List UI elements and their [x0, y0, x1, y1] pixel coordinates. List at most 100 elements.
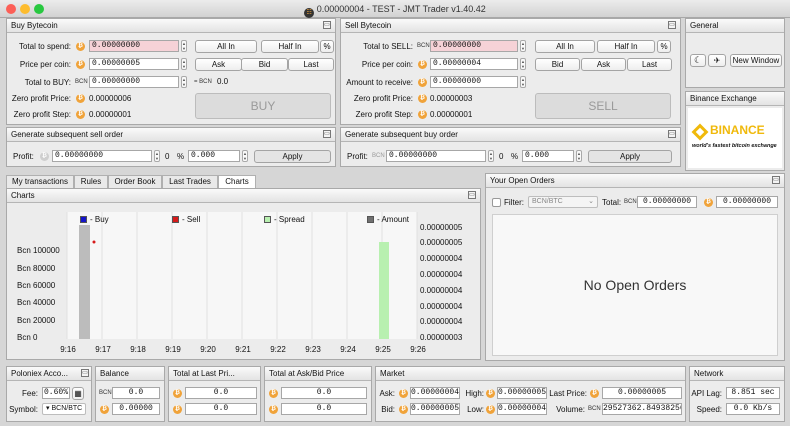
x-tick: 9:21 [235, 345, 251, 354]
total-to-spend-input[interactable]: 0.00000000 [89, 40, 179, 52]
sell-profit-input[interactable]: 0.00000000 [52, 150, 152, 162]
panel-menu-icon[interactable]: ▭ [81, 369, 89, 377]
y-right-tick: 0.00000005 [420, 238, 463, 247]
tab-order-book[interactable]: Order Book [108, 175, 162, 188]
percent-button[interactable]: % [320, 40, 334, 53]
buy-ask-button[interactable]: Ask [195, 58, 242, 71]
open-orders-panel: Your Open Orders ▭ Filter: BCN/BTC ⌄ Tota… [485, 173, 785, 361]
sell-profit-pct-label: % [177, 152, 185, 161]
sell-button[interactable]: SELL [535, 93, 671, 119]
tab-my-transactions[interactable]: My transactions [6, 175, 74, 188]
total-to-sell-input[interactable]: 0.00000000 [430, 40, 518, 52]
tab-rules[interactable]: Rules [74, 175, 108, 188]
sell-point [92, 240, 96, 244]
panel-menu-icon[interactable]: ▭ [668, 130, 676, 138]
bcn-unit: BCN [624, 199, 637, 205]
x-tick: 9:22 [270, 345, 286, 354]
network-title-text: Network [694, 369, 724, 378]
exchange-slogan: world's fastest bitcoin exchange [692, 143, 777, 149]
bitcoin-icon: ₿ [269, 405, 278, 414]
total-to-sell-label: Total to SELL: [363, 42, 413, 51]
speed-value: 0.0 Kb/s [726, 403, 780, 415]
buy-profit-pct-stepper[interactable]: ▲ ▼ [576, 150, 582, 162]
buy-profit-count: 0 [499, 152, 504, 161]
y-left-tick: Bcn 20000 [17, 316, 56, 325]
all-in-button[interactable]: All In [195, 40, 257, 53]
buy-button[interactable]: BUY [195, 93, 331, 119]
legend-buy-swatch [80, 216, 87, 223]
sell-price-stepper[interactable]: ▲ ▼ [520, 58, 526, 70]
apply-sell-button[interactable]: Apply [254, 150, 331, 163]
balance-panel: Balance BCN 0.0 ₿ 0.00000 [95, 366, 165, 422]
exchange-panel-title: Binance Exchange [686, 92, 784, 106]
buy-price-stepper[interactable]: ▲ ▼ [181, 58, 187, 70]
total-to-buy-input[interactable]: 0.00000000 [89, 76, 179, 88]
sell-profit-stepper[interactable]: ▲ ▼ [154, 150, 160, 162]
y-left-tick: Bcn 80000 [17, 264, 56, 273]
sell-price-label: Price per coin: [361, 60, 413, 69]
sell-half-in-button[interactable]: Half In [597, 40, 655, 53]
amount-to-receive-stepper[interactable]: ▲ ▼ [520, 76, 526, 88]
sell-bid-button[interactable]: Bid [535, 58, 580, 71]
market-volume-label: Volume: [556, 405, 585, 414]
bitcoin-icon: ₿ [486, 405, 495, 414]
exchange-name: BINANCE [710, 123, 765, 137]
market-low: 0.00000004 [497, 403, 547, 415]
buy-price-input[interactable]: 0.00000005 [89, 58, 179, 70]
filter-checkbox[interactable] [492, 198, 501, 207]
buy-profit-stepper[interactable]: ▲ ▼ [488, 150, 494, 162]
total-to-spend-label: Total to spend: [18, 42, 71, 51]
buy-bid-button[interactable]: Bid [241, 58, 288, 71]
total-askbid-title: Total at Ask/Bid Price [265, 367, 371, 381]
balance-bcn: 0.0 [112, 387, 160, 399]
sell-zero-profit-price-label: Zero profit Price: [353, 94, 413, 103]
buy-profit-input[interactable]: 0.00000000 [386, 150, 486, 162]
total-to-sell-stepper[interactable]: ▲ ▼ [520, 40, 526, 52]
pin-icon[interactable]: ✈ [708, 54, 726, 67]
sell-last-button[interactable]: Last [627, 58, 672, 71]
buy-price-label: Price per coin: [19, 60, 71, 69]
total-to-spend-stepper[interactable]: ▲ ▼ [181, 40, 187, 52]
calculator-icon[interactable]: ▦ [72, 387, 84, 400]
sell-all-in-button[interactable]: All In [535, 40, 595, 53]
bitcoin-icon: ₿ [76, 60, 85, 69]
buy-profit-label: Profit: [347, 152, 368, 161]
total-last-price-panel: Total at Last Pri... ₿ 0.0 ₿ 0.0 [168, 366, 261, 422]
half-in-button[interactable]: Half In [261, 40, 319, 53]
chevron-down-icon: ⌄ [588, 198, 594, 205]
x-tick: 9:20 [200, 345, 216, 354]
zero-profit-step-label: Zero profit Step: [13, 110, 71, 119]
bitcoin-icon: ₿ [173, 405, 182, 414]
buy-last-button[interactable]: Last [288, 58, 334, 71]
sell-ask-button[interactable]: Ask [581, 58, 626, 71]
amount-to-receive-input[interactable]: 0.00000000 [430, 76, 518, 88]
bitcoin-icon: ₿ [418, 78, 427, 87]
sell-profit-pct-input[interactable]: 0.000 [188, 150, 240, 162]
legend-amount-swatch [367, 216, 374, 223]
dark-mode-icon[interactable]: ☾ [690, 54, 706, 67]
market-bid-label: Bid: [381, 405, 395, 414]
poloniex-account-panel: Poloniex Acco... ▭ Fee: 0.60% ▦ Symbol: … [6, 366, 92, 422]
binance-diamond-icon [691, 123, 709, 141]
panel-menu-icon[interactable]: ▭ [323, 21, 331, 29]
tab-charts[interactable]: Charts [218, 175, 256, 188]
bitcoin-icon: ₿ [76, 110, 85, 119]
sell-percent-button[interactable]: % [657, 40, 671, 53]
window-title-text: 0.00000004 - TEST - JMT Trader v1.40.42 [316, 4, 486, 14]
tab-last-trades[interactable]: Last Trades [162, 175, 218, 188]
apply-buy-button[interactable]: Apply [588, 150, 672, 163]
y-right-tick: 0.00000004 [420, 302, 463, 311]
panel-menu-icon[interactable]: ▭ [772, 176, 780, 184]
filter-select[interactable]: BCN/BTC ⌄ [528, 196, 598, 208]
y-right-tick: 0.00000004 [420, 286, 463, 295]
panel-menu-icon[interactable]: ▭ [468, 191, 476, 199]
sell-profit-pct-stepper[interactable]: ▲ ▼ [242, 150, 248, 162]
sell-price-input[interactable]: 0.00000004 [430, 58, 518, 70]
spread-bar [379, 242, 389, 339]
symbol-select[interactable]: BCN/BTC [51, 405, 82, 412]
panel-menu-icon[interactable]: ▭ [323, 130, 331, 138]
panel-menu-icon[interactable]: ▭ [668, 21, 676, 29]
new-window-button[interactable]: New Window [730, 54, 782, 67]
total-to-buy-stepper[interactable]: ▲ ▼ [181, 76, 187, 88]
buy-profit-pct-input[interactable]: 0.000 [522, 150, 574, 162]
